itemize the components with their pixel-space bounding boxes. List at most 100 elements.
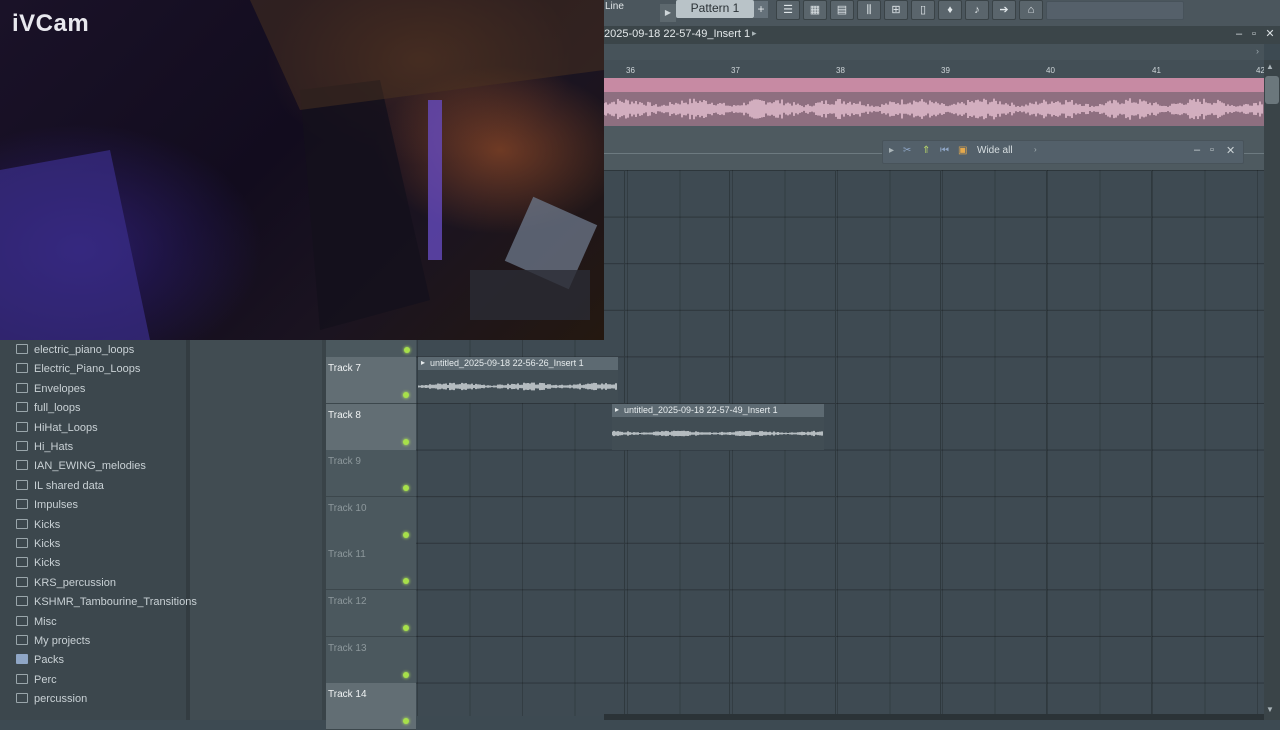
- pattern-selector[interactable]: Pattern 1: [676, 0, 754, 18]
- track-mute-led[interactable]: [403, 392, 409, 398]
- dropdown-caret-icon[interactable]: ›: [1034, 145, 1037, 154]
- folder-label: full_loops: [34, 402, 81, 415]
- browser-folder[interactable]: Kicks: [16, 538, 60, 557]
- float-maximize-icon[interactable]: ▫: [1210, 144, 1214, 156]
- ruler-bar-label: 39: [941, 66, 950, 75]
- folder-icon: [16, 382, 28, 393]
- track-name: Track 11: [328, 549, 366, 561]
- browser-folder[interactable]: KRS_percussion: [16, 577, 116, 596]
- float-minimize-icon[interactable]: –: [1194, 144, 1200, 156]
- pane-splitter[interactable]: [322, 340, 326, 720]
- track-mute-led[interactable]: [403, 671, 409, 678]
- track-header[interactable]: Track 14: [326, 683, 416, 730]
- waveform-path: [418, 382, 617, 391]
- folder-label: Envelopes: [34, 382, 86, 395]
- audio-clip[interactable]: ▸ untitled_2025-09-18 22-56-26_Insert 1: [418, 357, 618, 403]
- browser-folder[interactable]: Electric_Piano_Loops: [16, 363, 140, 382]
- scroll-up-icon[interactable]: ▲: [1266, 62, 1274, 71]
- track-mute-led[interactable]: [403, 625, 409, 631]
- tempo-icon[interactable]: ♦: [938, 0, 962, 20]
- piano-roll-icon[interactable]: ▦: [803, 0, 827, 20]
- folder-icon[interactable]: ▣: [958, 145, 967, 156]
- track-mute-led[interactable]: [404, 347, 410, 353]
- browser-folder[interactable]: Misc: [16, 616, 57, 635]
- clip-title: untitled_2025-09-18 22-57-49_Insert 1: [624, 405, 778, 415]
- browser-folder[interactable]: Packs: [16, 654, 64, 673]
- track-header[interactable]: Track 12: [326, 590, 416, 637]
- scroll-down-icon[interactable]: ▼: [1266, 705, 1274, 714]
- track-mute-led[interactable]: [403, 578, 409, 585]
- track-mute-led[interactable]: [403, 438, 409, 445]
- track-header[interactable]: Track 11: [326, 543, 416, 591]
- playlist-icon[interactable]: ☰: [776, 0, 800, 20]
- touch-controller-icon[interactable]: ♪: [965, 0, 989, 20]
- folder-label: KRS_percussion: [34, 576, 116, 589]
- title-caret-icon[interactable]: ▸: [752, 28, 757, 39]
- track-name: Track 8: [328, 409, 361, 421]
- track-header[interactable]: Track 7: [326, 357, 416, 404]
- browser-folder[interactable]: Hi_Hats: [16, 441, 73, 460]
- folder-label: Impulses: [34, 499, 79, 512]
- browser-folder[interactable]: HiHat_Loops: [16, 422, 98, 441]
- webcam-overlay: iVCam: [0, 0, 604, 340]
- minimize-icon[interactable]: –: [1232, 27, 1246, 41]
- browser-preview-pane: [190, 340, 326, 720]
- track-header[interactable]: Track 10: [326, 496, 416, 544]
- browser-folder[interactable]: electric_piano_loops: [16, 344, 134, 363]
- track-mute-led[interactable]: [403, 718, 409, 725]
- play-icon[interactable]: ▸: [889, 145, 894, 156]
- track-name: Track 12: [328, 596, 367, 607]
- browser-folder[interactable]: IL shared data: [16, 480, 104, 499]
- project-browser-icon[interactable]: ▯: [911, 0, 935, 20]
- clip-menu-icon[interactable]: ▸: [615, 405, 619, 414]
- clip-menu-icon[interactable]: ▸: [421, 358, 425, 367]
- folder-label: Kicks: [34, 518, 61, 531]
- vertical-scrollbar[interactable]: [1264, 60, 1280, 720]
- browser-folder[interactable]: IAN_EWING_melodies: [16, 460, 146, 479]
- folder-label: Electric_Piano_Loops: [34, 363, 141, 376]
- shop-icon[interactable]: ⌂: [1019, 0, 1043, 20]
- browser-folder[interactable]: Impulses: [16, 499, 78, 518]
- plugin-picker-icon[interactable]: ⊞: [884, 0, 908, 20]
- browser-folder[interactable]: Perc: [16, 674, 57, 693]
- play-pattern-icon[interactable]: ▶: [660, 4, 676, 22]
- browser-folder[interactable]: Kicks: [16, 519, 60, 538]
- horizontal-scrollbar[interactable]: [604, 714, 1264, 720]
- export-icon[interactable]: ➔: [992, 0, 1016, 20]
- mixer-icon[interactable]: ⫼: [857, 0, 881, 20]
- browser-folder[interactable]: full_loops: [16, 402, 80, 421]
- folder-label: Kicks: [34, 557, 61, 570]
- track-mute-led[interactable]: [403, 531, 409, 538]
- audio-clip-header[interactable]: [604, 78, 1264, 92]
- clip-header[interactable]: ▸ untitled_2025-09-18 22-56-26_Insert 1: [418, 357, 618, 370]
- clip-waveform: [612, 430, 823, 437]
- browser-folder[interactable]: Kicks: [16, 557, 60, 576]
- browser-folder[interactable]: Envelopes: [16, 383, 85, 402]
- browser-folder[interactable]: percussion: [16, 693, 87, 712]
- timeline-ruler[interactable]: [604, 60, 1264, 79]
- track-mute-led[interactable]: [403, 485, 409, 492]
- snap-mode-label[interactable]: Line: [605, 1, 624, 12]
- channel-rack-icon[interactable]: ▤: [830, 0, 854, 20]
- playlist-sub-toolbar: [604, 44, 1264, 60]
- clip-header[interactable]: ▸ untitled_2025-09-18 22-57-49_Insert 1: [612, 404, 824, 417]
- maximize-icon[interactable]: ▫: [1247, 27, 1261, 41]
- upload-icon[interactable]: ⇑: [922, 145, 930, 156]
- chevron-right-icon[interactable]: ›: [1256, 46, 1259, 56]
- cut-icon[interactable]: ✂: [903, 145, 911, 156]
- browser-folder[interactable]: KSHMR_Tambourine_Transitions: [16, 596, 197, 615]
- track-header[interactable]: Track 9: [326, 450, 416, 498]
- track-header[interactable]: Track 8: [326, 403, 416, 451]
- skip-icon[interactable]: ⏮: [940, 145, 949, 156]
- track-name: Track 9: [328, 456, 361, 468]
- audio-clip[interactable]: ▸ untitled_2025-09-18 22-57-49_Insert 1: [612, 404, 824, 450]
- floating-toolbar: [882, 140, 1244, 164]
- browser-folder[interactable]: My projects: [16, 635, 90, 654]
- wide-all-label[interactable]: Wide all: [977, 145, 1013, 156]
- scrollbar-thumb[interactable]: [1265, 76, 1279, 104]
- float-close-icon[interactable]: ✕: [1226, 144, 1235, 157]
- track-header[interactable]: Track 13: [326, 636, 416, 684]
- folder-icon: [16, 596, 28, 607]
- add-pattern-button[interactable]: +: [754, 1, 768, 18]
- close-icon[interactable]: ✕: [1263, 27, 1277, 41]
